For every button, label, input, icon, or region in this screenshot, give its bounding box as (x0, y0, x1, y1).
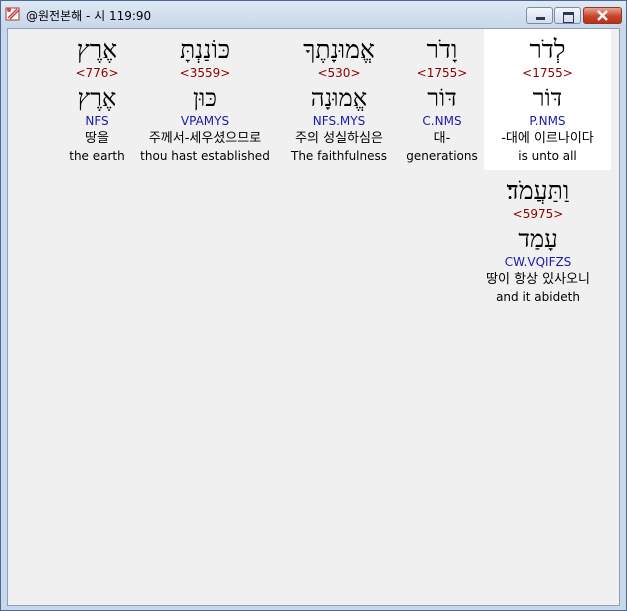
strong-number[interactable]: <5975> (460, 206, 616, 222)
english-gloss: thou hast established (140, 149, 270, 163)
hebrew-lemma: דּוֹר (532, 84, 563, 112)
strong-number[interactable]: <530> (278, 65, 400, 81)
morphology-code[interactable]: NFS (62, 113, 132, 129)
english-gloss: is unto all (518, 149, 577, 163)
minimize-button[interactable] (526, 7, 553, 24)
app-icon (5, 7, 20, 21)
english-gloss: the earth (69, 149, 125, 163)
korean-gloss: 주의 성실하심은 (295, 131, 383, 146)
strong-number[interactable]: <1755> (400, 65, 484, 81)
korean-gloss: 땅이 항상 있사오니 (486, 272, 590, 287)
hebrew-lemma: אֶרֶץ (77, 84, 117, 112)
english-gloss: generations (406, 149, 478, 163)
morphology-code[interactable]: P.NMS (484, 113, 611, 129)
english-gloss: The faithfulness (290, 149, 387, 163)
hebrew-lemma: כּוּן (193, 84, 217, 112)
korean-gloss: -대에 이르나이다 (501, 131, 594, 146)
hebrew-lemma: דּוֹר (427, 84, 457, 112)
strong-number[interactable]: <3559> (132, 65, 278, 81)
english-gloss: and it abideth (496, 290, 580, 304)
window-title: @원전본해 - 시 119:90 (26, 9, 152, 23)
minimize-icon (536, 17, 545, 20)
maximize-button[interactable] (554, 7, 581, 24)
close-button[interactable] (583, 7, 622, 24)
maximize-icon (563, 12, 574, 23)
hebrew-word: וָדֹר (426, 35, 458, 64)
interlinear-view[interactable]: לְדֹר <1755> דּוֹר P.NMS -대에 이르나이다 is un… (7, 28, 620, 606)
korean-gloss: 땅을 (85, 131, 109, 146)
word-cell[interactable]: וַתַּעֲמֹד׃ <5975> עָמַד CW.VQIFZS 땅이 항상… (460, 170, 616, 310)
word-cell[interactable]: אֶרֶץ <776> אֶרֶץ NFS 땅을 the earth (62, 29, 132, 170)
hebrew-lemma: אֱמוּנָה (310, 84, 368, 112)
hebrew-word: לְדֹר (529, 35, 566, 64)
hebrew-word: אֶרֶץ (76, 35, 118, 64)
hebrew-word: כּוֹנַנְתָּ (179, 35, 231, 64)
hebrew-word: וַתַּעֲמֹד׃ (506, 176, 570, 205)
word-cell[interactable]: אֱמוּנָתֶךָ <530> אֱמוּנָה NFS.MYS 주의 성실… (278, 29, 400, 170)
strong-number[interactable]: <1755> (484, 65, 611, 81)
morphology-code[interactable]: VPAMYS (132, 113, 278, 129)
word-cell[interactable]: כּוֹנַנְתָּ <3559> כּוּן VPAMYS 주께서-세우셨으… (132, 29, 278, 170)
title-bar[interactable]: @원전본해 - 시 119:90 (1, 1, 626, 28)
korean-gloss: 대- (433, 131, 451, 146)
word-cell[interactable]: לְדֹר <1755> דּוֹר P.NMS -대에 이르나이다 is un… (484, 29, 611, 170)
morphology-code[interactable]: NFS.MYS (278, 113, 400, 129)
close-icon (597, 10, 608, 21)
morphology-code[interactable]: C.NMS (400, 113, 484, 129)
strong-number[interactable]: <776> (62, 65, 132, 81)
app-window: @원전본해 - 시 119:90 לְדֹר <1755> דּוֹר P.NM… (0, 0, 627, 611)
morphology-code[interactable]: CW.VQIFZS (460, 254, 616, 270)
word-cell[interactable]: וָדֹר <1755> דּוֹר C.NMS 대- generations (400, 29, 484, 170)
hebrew-lemma: עָמַד (518, 225, 558, 253)
hebrew-word: אֱמוּנָתֶךָ (303, 35, 375, 64)
korean-gloss: 주께서-세우셨으므로 (148, 131, 262, 146)
